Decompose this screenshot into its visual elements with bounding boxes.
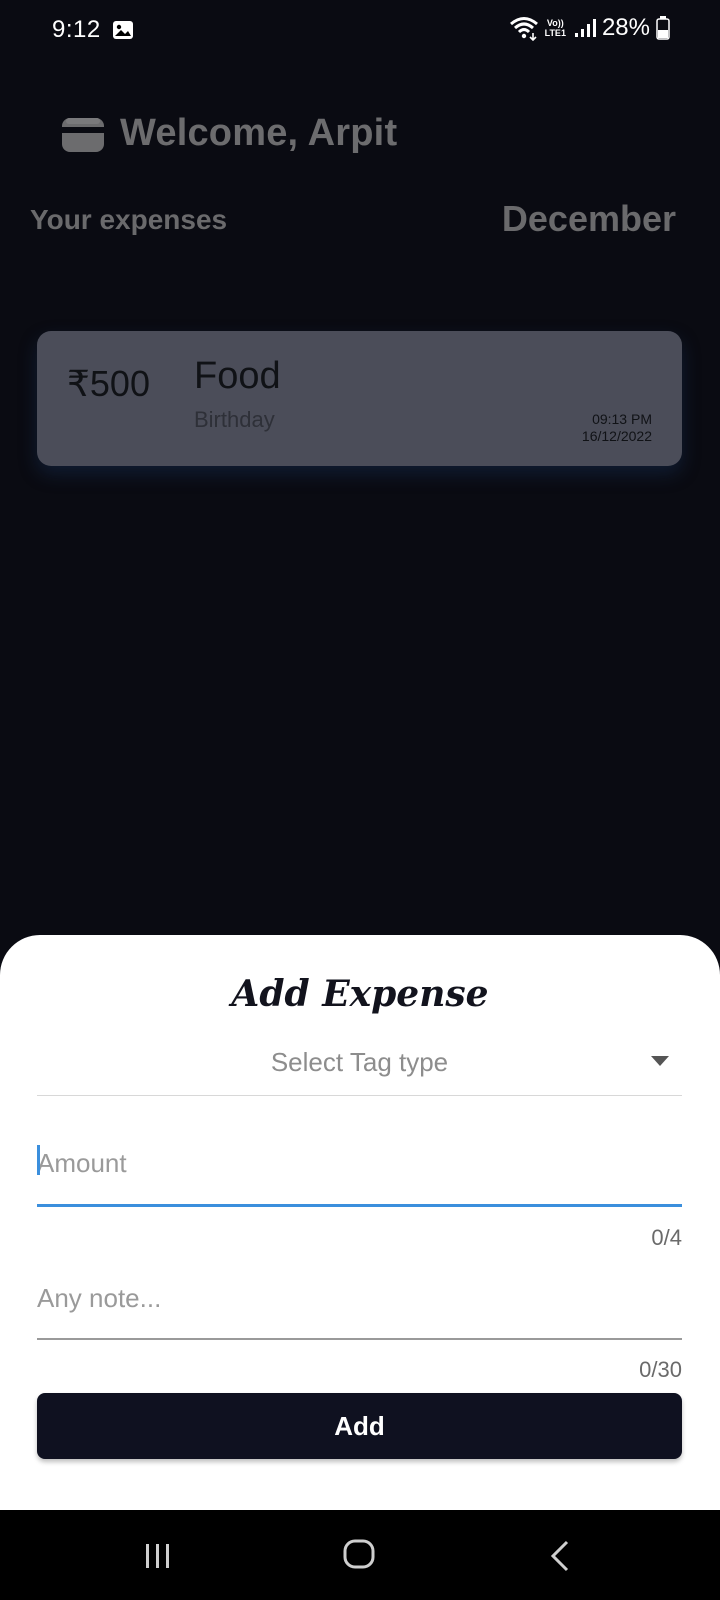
status-icons: Vo)) LTE1 28% [509, 14, 670, 42]
battery-icon [656, 16, 670, 40]
tag-type-select[interactable]: Select Tag type [37, 1045, 682, 1096]
screen: 9:12 Vo)) LTE1 28% Welcome, Arpit Your e… [0, 0, 720, 1600]
add-expense-sheet: Add Expense Select Tag type 0/4 0/30 Add [0, 935, 720, 1510]
app-header: Welcome, Arpit [60, 112, 397, 155]
add-button[interactable]: Add [37, 1393, 682, 1459]
chevron-down-icon [651, 1056, 669, 1066]
expense-time: 09:13 PM [592, 411, 652, 427]
note-char-counter: 0/30 [639, 1357, 682, 1382]
gallery-icon [113, 21, 133, 39]
expense-timestamp: 09:13 PM 16/12/2022 [582, 411, 652, 445]
section-label: Your expenses [30, 204, 228, 235]
amount-char-counter: 0/4 [651, 1225, 682, 1250]
volte-top-label: Vo)) [546, 18, 564, 28]
navigation-bar [0, 1510, 720, 1600]
wallet-icon [62, 117, 104, 152]
back-icon[interactable] [550, 1540, 570, 1572]
expense-card[interactable]: ₹500 Food Birthday 09:13 PM 16/12/2022 [37, 331, 682, 466]
tag-type-placeholder: Select Tag type [270, 1047, 449, 1077]
expense-note: Birthday [194, 407, 275, 432]
expense-date: 16/12/2022 [581, 428, 652, 444]
volte-icon: Vo)) LTE1 [545, 18, 566, 38]
volte-bottom-label: LTE1 [544, 28, 566, 38]
status-time: 9:12 [52, 16, 101, 43]
signal-icon [574, 19, 596, 37]
note-input[interactable] [37, 1270, 682, 1326]
amount-field [37, 1135, 682, 1207]
status-bar: 9:12 Vo)) LTE1 28% [0, 0, 720, 60]
sheet-title: Add Expense [231, 973, 489, 1015]
expense-amount: ₹500 [67, 363, 150, 404]
recents-icon[interactable] [143, 1542, 173, 1570]
note-field [37, 1270, 682, 1340]
battery-percent: 28% [601, 14, 650, 41]
welcome-title: Welcome, Arpit [120, 112, 398, 154]
text-cursor [37, 1145, 40, 1175]
home-icon[interactable] [343, 1538, 375, 1570]
expense-tag: Food [194, 355, 281, 397]
month-selector[interactable]: December [502, 198, 676, 240]
amount-input[interactable] [37, 1135, 682, 1191]
wifi-icon [509, 17, 538, 41]
